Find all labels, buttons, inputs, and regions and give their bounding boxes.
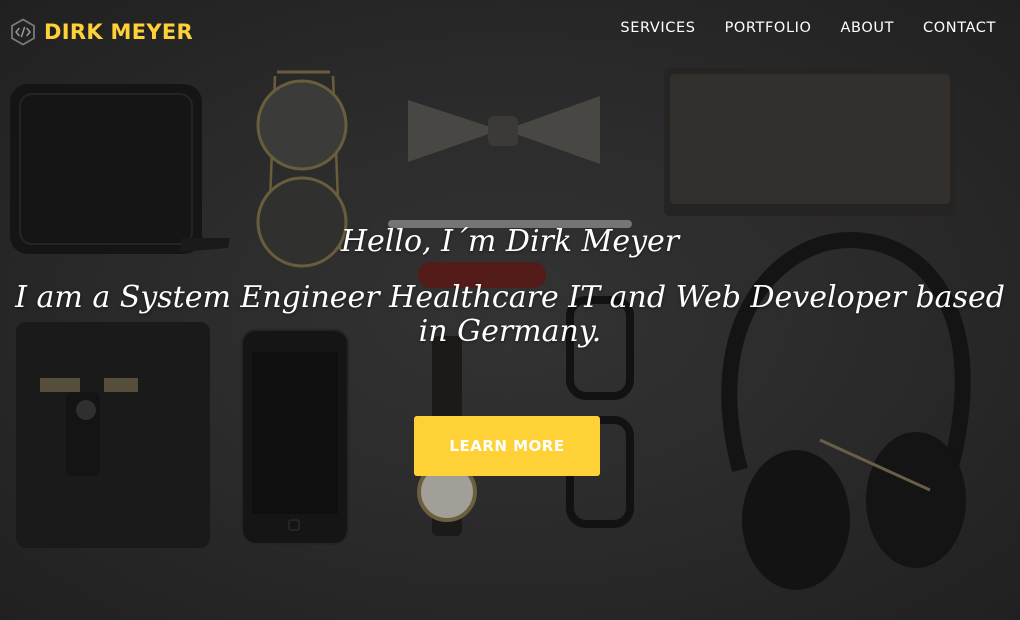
intro-heading: I am a System Engineer Healthcare IT and… bbox=[15, 280, 1005, 349]
nav-link-services[interactable]: SERVICES bbox=[620, 20, 695, 36]
learn-more-button[interactable]: LEARN MORE bbox=[414, 416, 600, 476]
navbar: DIRK MEYER SERVICES PORTFOLIO ABOUT CONT… bbox=[0, 0, 1020, 62]
intro-lead-in: Hello, I´m Dirk Meyer bbox=[340, 224, 680, 259]
nav-link-contact[interactable]: CONTACT bbox=[923, 20, 996, 36]
brand-logo[interactable]: DIRK MEYER bbox=[10, 17, 193, 47]
nav-link-about[interactable]: ABOUT bbox=[841, 20, 895, 36]
nav-link-portfolio[interactable]: PORTFOLIO bbox=[725, 20, 812, 36]
code-hexagon-icon bbox=[11, 18, 35, 46]
hero-section: DIRK MEYER SERVICES PORTFOLIO ABOUT CONT… bbox=[0, 0, 1020, 620]
nav-menu: SERVICES PORTFOLIO ABOUT CONTACT bbox=[620, 20, 996, 36]
intro-text: Hello, I´m Dirk Meyer I am a System Engi… bbox=[0, 222, 1020, 349]
brand-name: DIRK MEYER bbox=[44, 20, 193, 44]
